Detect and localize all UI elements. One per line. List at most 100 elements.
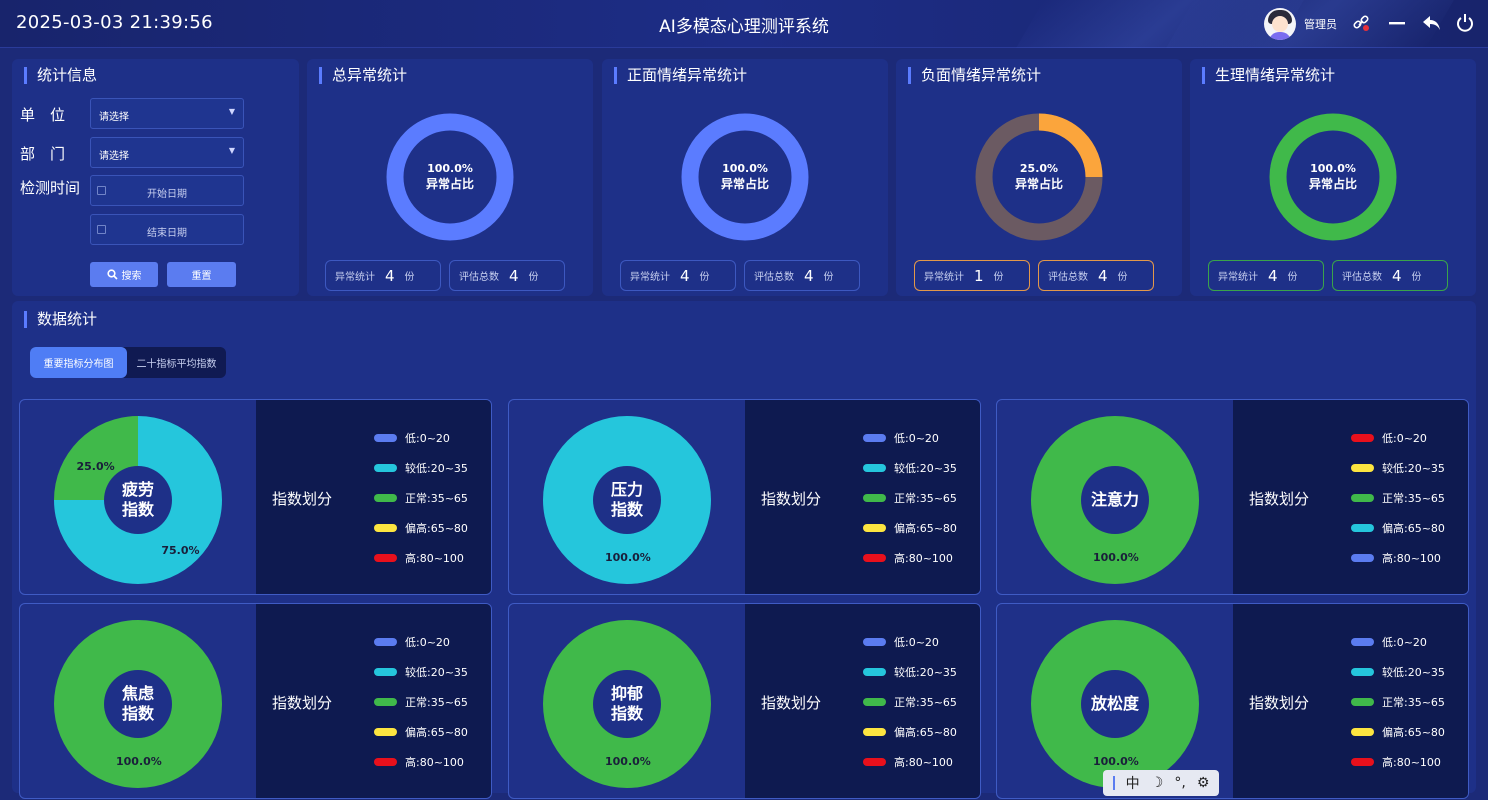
indicator-pie: 疲劳 指数 25.0% 75.0%	[54, 416, 222, 584]
legend-area: 指数划分 低:0~20 较低:20~35 正常:35~65 偏高:65~80 高…	[256, 604, 491, 798]
indicator-card: 疲劳 指数 25.0% 75.0% 指数划分 低:0~20 较低:20~35 正常:3…	[19, 399, 492, 595]
tab-key-indicators[interactable]: 重要指标分布图	[30, 347, 127, 378]
legend-item: 高:80~100	[1351, 754, 1441, 770]
legend-swatch	[374, 668, 397, 676]
minimize-icon[interactable]	[1386, 12, 1408, 34]
legend-item: 高:80~100	[863, 754, 953, 770]
total-count-label: 评估总数	[1048, 272, 1088, 283]
legend-swatch	[1351, 668, 1374, 676]
legend-label: 低:0~20	[894, 432, 939, 445]
legend-label: 高:80~100	[894, 552, 953, 565]
ratio-donut: 100.0% 异常占比	[385, 112, 515, 242]
total-count-box: 评估总数 4 份	[1332, 260, 1448, 291]
legend-item: 正常:35~65	[1351, 694, 1445, 710]
panel-title: 负面情绪异常统计	[908, 67, 1041, 84]
total-count-box: 评估总数 4 份	[449, 260, 565, 291]
pie-center-text: 指数	[121, 704, 154, 723]
total-count-value: 4	[1098, 266, 1108, 285]
legend-label: 正常:35~65	[894, 492, 957, 505]
legend-item: 低:0~20	[863, 430, 939, 446]
legend-item: 偏高:65~80	[863, 724, 957, 740]
link-icon[interactable]	[1350, 12, 1372, 34]
legend-item: 低:0~20	[1351, 634, 1427, 650]
legend-swatch	[374, 758, 397, 766]
abnormal-ratio-label: 异常占比	[720, 177, 769, 191]
donut-center: 100.0% 异常占比	[1268, 112, 1398, 242]
legend-label: 偏高:65~80	[894, 726, 957, 739]
count-unit: 份	[1411, 272, 1422, 283]
legend-item: 较低:20~35	[863, 460, 957, 476]
search-button[interactable]: 搜索	[90, 262, 158, 287]
ime-toolbar[interactable]: 中 ☽ °, ⚙	[1103, 770, 1219, 796]
ratio-donut: 25.0% 异常占比	[974, 112, 1104, 242]
legend-area: 指数划分 低:0~20 较低:20~35 正常:35~65 偏高:65~80 高…	[1233, 604, 1468, 798]
ratio-donut: 100.0% 异常占比	[680, 112, 810, 242]
total-count-value: 4	[1392, 266, 1402, 285]
abnormal-count-value: 1	[974, 266, 984, 285]
legend-swatch	[374, 434, 397, 442]
abnormal-count-label: 异常统计	[335, 272, 375, 283]
abnormal-percent: 100.0%	[1310, 162, 1356, 175]
total-count-box: 评估总数 4 份	[1038, 260, 1154, 291]
legend-label: 低:0~20	[1382, 432, 1427, 445]
user-avatar[interactable]	[1264, 8, 1296, 40]
panel-title: 正面情绪异常统计	[614, 67, 747, 84]
calendar-icon	[97, 225, 106, 234]
gear-icon[interactable]: ⚙	[1197, 775, 1210, 791]
punctuation-icon[interactable]: °,	[1174, 775, 1185, 791]
legend-label: 偏高:65~80	[1382, 726, 1445, 739]
legend-item: 正常:35~65	[863, 490, 957, 506]
legend-item: 高:80~100	[863, 550, 953, 566]
ratio-donut: 100.0% 异常占比	[1268, 112, 1398, 242]
count-unit: 份	[823, 272, 834, 283]
tab-twenty-indicators[interactable]: 二十指标平均指数	[127, 347, 226, 378]
total-count-label: 评估总数	[1342, 272, 1382, 283]
legend-swatch	[374, 554, 397, 562]
indicator-card: 焦虑 指数 100.0% 指数划分 低:0~20 较低:20~35 正常:35~65…	[19, 603, 492, 799]
unit-select[interactable]: 请选择 ▼	[90, 98, 244, 129]
unit-select-value: 请选择	[99, 112, 129, 123]
pie-center: 疲劳 指数	[54, 416, 222, 584]
legend-label: 正常:35~65	[405, 696, 468, 709]
legend-area: 指数划分 低:0~20 较低:20~35 正常:35~65 偏高:65~80 高…	[745, 604, 980, 798]
legend-swatch	[863, 758, 886, 766]
legend-swatch	[863, 728, 886, 736]
user-name[interactable]: 管理员	[1304, 16, 1337, 32]
pie-center-text: 指数	[121, 500, 154, 519]
legend-item: 偏高:65~80	[863, 520, 957, 536]
moon-icon[interactable]: ☽	[1151, 775, 1164, 791]
legend-swatch	[863, 494, 886, 502]
end-date-input[interactable]: 结束日期	[90, 214, 244, 245]
pie-slice-label: 75.0%	[161, 544, 200, 558]
legend-swatch	[863, 524, 886, 532]
legend-item: 高:80~100	[1351, 550, 1441, 566]
power-icon[interactable]	[1454, 12, 1476, 34]
legend-label: 偏高:65~80	[894, 522, 957, 535]
indicator-pie: 注意力 100.0%	[1031, 416, 1199, 584]
pie-center-text: 疲劳	[121, 480, 154, 499]
legend-label: 高:80~100	[405, 756, 464, 769]
back-icon[interactable]	[1421, 12, 1443, 34]
abnormal-count-box: 异常统计 1 份	[914, 260, 1030, 291]
ime-chinese-mode[interactable]: 中	[1126, 773, 1140, 793]
legend-swatch	[1351, 434, 1374, 442]
legend-label: 较低:20~35	[1382, 666, 1445, 679]
legend-label: 偏高:65~80	[405, 726, 468, 739]
abnormal-count-box: 异常统计 4 份	[325, 260, 441, 291]
legend-item: 偏高:65~80	[1351, 724, 1445, 740]
count-unit: 份	[1287, 272, 1298, 283]
abnormal-percent: 25.0%	[1019, 162, 1059, 175]
panel-title: 总异常统计	[319, 67, 407, 84]
dept-select[interactable]: 请选择 ▼	[90, 137, 244, 168]
legend-item: 低:0~20	[374, 634, 450, 650]
legend-label: 低:0~20	[405, 636, 450, 649]
legend-swatch	[374, 494, 397, 502]
indicator-card: 压力 指数 100.0% 指数划分 低:0~20 较低:20~35 正常:35~65…	[508, 399, 981, 595]
legend-item: 较低:20~35	[1351, 460, 1445, 476]
legend-label: 高:80~100	[1382, 552, 1441, 565]
start-date-input[interactable]: 开始日期	[90, 175, 244, 206]
panel-title: 统计信息	[24, 67, 97, 84]
reset-button[interactable]: 重置	[167, 262, 236, 287]
legend-swatch	[863, 638, 886, 646]
legend-label: 低:0~20	[1382, 636, 1427, 649]
